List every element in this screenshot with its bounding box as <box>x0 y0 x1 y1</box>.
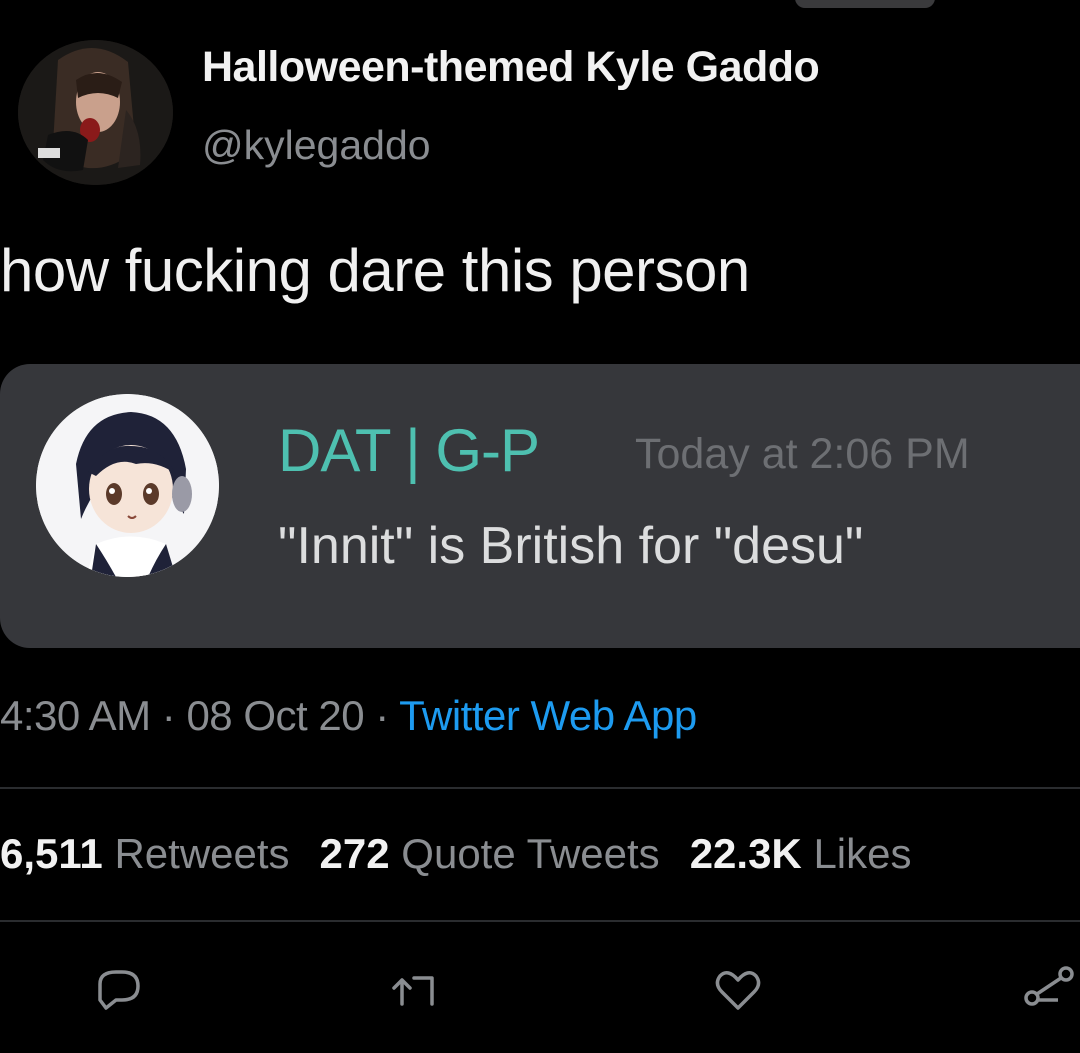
likes-count: 22.3K <box>689 830 802 877</box>
meta-separator: · <box>375 692 389 739</box>
reply-icon[interactable] <box>88 960 148 1020</box>
user-handle[interactable]: @kylegaddo <box>202 122 431 169</box>
tweet-header: Halloween-themed Kyle Gaddo @kylegaddo <box>10 40 1070 190</box>
quote-tweets-stat[interactable]: 272 Quote Tweets <box>320 830 660 877</box>
embed-timestamp: Today at 2:06 PM <box>635 430 970 478</box>
retweet-icon[interactable] <box>388 960 448 1020</box>
quote-tweets-label: Quote Tweets <box>401 830 660 877</box>
embed-username[interactable]: DAT | G-P <box>278 416 540 485</box>
embed-avatar <box>36 394 219 577</box>
embedded-discord-message: DAT | G-P Today at 2:06 PM "Innit" is Br… <box>0 364 1080 648</box>
retweets-count: 6,511 <box>0 830 103 877</box>
heart-icon[interactable] <box>708 960 768 1020</box>
divider <box>0 787 1080 789</box>
tweet-date: 08 Oct 20 <box>186 692 365 739</box>
tweet-time: 4:30 AM <box>0 692 151 739</box>
tweet-source-link[interactable]: Twitter Web App <box>399 692 697 739</box>
user-avatar[interactable] <box>18 40 173 185</box>
embed-message: "Innit" is British for "desu" <box>278 517 864 575</box>
tweet-actions <box>0 960 1080 1020</box>
retweets-stat[interactable]: 6,511 Retweets <box>0 830 290 877</box>
display-name[interactable]: Halloween-themed Kyle Gaddo <box>202 43 820 92</box>
share-icon[interactable] <box>1018 960 1078 1020</box>
tweet-stats: 6,511 Retweets 272 Quote Tweets 22.3K Like… <box>0 830 942 878</box>
quote-tweets-count: 272 <box>319 830 390 877</box>
retweets-label: Retweets <box>114 830 290 877</box>
likes-label: Likes <box>813 830 912 877</box>
top-handle-bar <box>795 0 935 8</box>
likes-stat[interactable]: 22.3K Likes <box>690 830 912 877</box>
tweet-meta: 4:30 AM · 08 Oct 20 · Twitter Web App <box>0 692 697 740</box>
meta-separator: · <box>161 692 176 739</box>
divider <box>0 920 1080 922</box>
tweet-text: how fucking dare this person <box>0 237 750 304</box>
